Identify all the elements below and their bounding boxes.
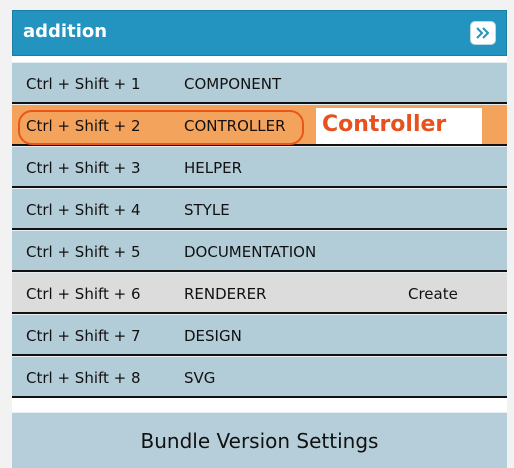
item-name: DESIGN: [184, 327, 242, 345]
item-name: CONTROLLER: [184, 117, 286, 135]
panel-header: addition: [12, 10, 507, 56]
row-documentation[interactable]: Ctrl + Shift + 5 DOCUMENTATION: [12, 230, 507, 272]
item-name: SVG: [184, 369, 216, 387]
shortcut-keys: Ctrl + Shift + 7: [26, 327, 141, 345]
shortcut-keys: Ctrl + Shift + 5: [26, 243, 141, 261]
row-svg[interactable]: Ctrl + Shift + 8 SVG: [12, 356, 507, 398]
shortcut-keys: Ctrl + Shift + 4: [26, 201, 141, 219]
create-action[interactable]: Create: [408, 285, 458, 303]
shortcut-keys: Ctrl + Shift + 3: [26, 159, 141, 177]
shortcut-list: Ctrl + Shift + 1 COMPONENT Ctrl + Shift …: [12, 62, 507, 398]
shortcut-keys: Ctrl + Shift + 6: [26, 285, 141, 303]
item-name: DOCUMENTATION: [184, 243, 317, 261]
row-style[interactable]: Ctrl + Shift + 4 STYLE: [12, 188, 507, 230]
panel-title: addition: [23, 21, 108, 42]
shortcut-keys: Ctrl + Shift + 1: [26, 75, 141, 93]
expand-button[interactable]: [470, 21, 496, 45]
bundle-version-settings-button[interactable]: Bundle Version Settings: [12, 412, 507, 468]
double-chevron-right-icon: [476, 27, 490, 39]
row-renderer[interactable]: Ctrl + Shift + 6 RENDERER Create: [12, 272, 507, 314]
row-design[interactable]: Ctrl + Shift + 7 DESIGN: [12, 314, 507, 356]
row-controller[interactable]: Ctrl + Shift + 2 CONTROLLER Controller: [12, 104, 507, 146]
item-name: RENDERER: [184, 285, 267, 303]
shortcut-keys: Ctrl + Shift + 2: [26, 117, 141, 135]
item-name: HELPER: [184, 159, 243, 177]
addition-panel: addition Ctrl + Shift + 1 COMPONENT Ctrl…: [12, 10, 507, 468]
row-component[interactable]: Ctrl + Shift + 1 COMPONENT: [12, 62, 507, 104]
shortcut-keys: Ctrl + Shift + 8: [26, 369, 141, 387]
item-name: STYLE: [184, 201, 230, 219]
bundle-version-settings-label: Bundle Version Settings: [140, 428, 379, 453]
row-helper[interactable]: Ctrl + Shift + 3 HELPER: [12, 146, 507, 188]
item-name: COMPONENT: [184, 75, 282, 93]
controller-callout: Controller: [316, 108, 482, 144]
